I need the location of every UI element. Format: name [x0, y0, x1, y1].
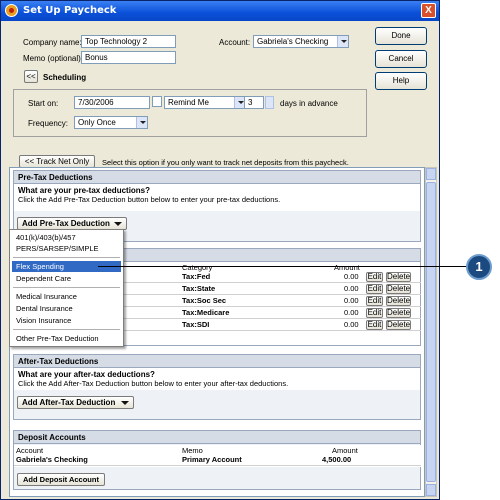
delete-button[interactable]: Delete [386, 284, 411, 294]
callout-number-badge: 1 [466, 254, 492, 280]
menu-item-vision-insurance[interactable]: Vision Insurance [12, 315, 121, 326]
deposit-table: Account Memo Amount Gabriela's Checking … [14, 445, 421, 467]
company-name-input[interactable]: Top Technology 2 [81, 35, 176, 48]
edit-button[interactable]: Edit [366, 284, 383, 294]
pre-tax-deduction-menu: 401(k)/403(b)/457 PERS/SARSEP/SIMPLE Fle… [9, 229, 124, 347]
after-tax-section: After-Tax Deductions What are your after… [13, 354, 421, 420]
tax-category: Tax:Medicare [182, 308, 230, 317]
add-pre-tax-deduction-label: Add Pre-Tax Deduction [22, 219, 110, 228]
pre-tax-question: What are your pre-tax deductions? [18, 186, 151, 195]
menu-item-pers-sarsep-simple[interactable]: PERS/SARSEP/SIMPLE [12, 243, 121, 254]
table-row: Gabriela's Checking Primary Account 4,50… [14, 455, 421, 466]
menu-separator [13, 329, 120, 330]
remind-select-value: Remind Me [168, 98, 209, 107]
help-button[interactable]: Help [375, 72, 427, 90]
edit-button[interactable]: Edit [366, 296, 383, 306]
delete-button[interactable]: Delete [386, 320, 411, 330]
deposit-amount: 4,500.00 [322, 455, 352, 464]
edit-button[interactable]: Edit [366, 308, 383, 318]
pre-tax-instruction: Click the Add Pre-Tax Deduction button b… [18, 195, 281, 204]
dropdown-arrow-icon [121, 401, 129, 405]
scheduling-collapse-button[interactable]: << [24, 70, 38, 83]
account-label: Account: [219, 38, 251, 47]
add-deposit-account-button[interactable]: Add Deposit Account [17, 473, 105, 486]
tax-category: Tax:SDI [182, 320, 210, 329]
after-tax-title: After-Tax Deductions [14, 355, 420, 368]
menu-item-401k[interactable]: 401(k)/403(b)/457 [12, 232, 121, 243]
menu-separator [13, 287, 120, 288]
account-select-value: Gabriela's Checking [257, 37, 329, 46]
company-name-label: Company name: [23, 38, 82, 47]
memo-label: Memo (optional): [23, 54, 84, 63]
tax-amount: 0.00 [344, 284, 359, 293]
scheduling-panel: Start on: 7/30/2006 Remind Me 3 days in … [13, 89, 367, 137]
add-after-tax-deduction-label: Add After-Tax Deduction [22, 398, 116, 407]
pre-tax-title: Pre-Tax Deductions [14, 171, 420, 184]
tax-amount: 0.00 [344, 320, 359, 329]
delete-button[interactable]: Delete [386, 272, 411, 282]
amount-column-header: Amount [334, 263, 360, 272]
vertical-scrollbar[interactable] [425, 167, 437, 497]
scheduling-title: Scheduling [43, 73, 87, 82]
track-net-hint: Select this option if you only want to t… [102, 158, 349, 167]
delete-button[interactable]: Delete [386, 308, 411, 318]
scroll-down-icon[interactable] [426, 484, 436, 496]
close-button[interactable]: X [421, 3, 436, 18]
pre-tax-description: What are your pre-tax deductions? Click … [14, 184, 420, 211]
frequency-select-value: Only Once [78, 118, 116, 127]
tax-category: Tax:Fed [182, 272, 211, 281]
menu-item-dental-insurance[interactable]: Dental Insurance [12, 303, 121, 314]
done-button[interactable]: Done [375, 27, 427, 45]
account-column-header: Account [16, 446, 44, 455]
set-up-paycheck-dialog: Set Up Paycheck X Company name: Top Tech… [0, 0, 440, 500]
calendar-icon[interactable] [152, 96, 162, 107]
chevron-down-icon [337, 36, 348, 47]
window-title: Set Up Paycheck [23, 5, 117, 16]
add-after-tax-deduction-button[interactable]: Add After-Tax Deduction [17, 396, 134, 409]
tax-category: Tax:Soc Sec [182, 296, 227, 305]
quicken-app-icon [5, 4, 18, 17]
after-tax-question: What are your after-tax deductions? [18, 370, 155, 379]
start-date-input[interactable]: 7/30/2006 [74, 96, 150, 109]
start-on-label: Start on: [28, 99, 59, 108]
delete-button[interactable]: Delete [386, 296, 411, 306]
days-in-advance-label: days in advance [280, 99, 338, 108]
callout-leader-line [98, 266, 470, 267]
chevron-down-icon [136, 117, 147, 128]
tax-amount: 0.00 [344, 308, 359, 317]
dropdown-arrow-icon [114, 222, 122, 226]
cancel-button[interactable]: Cancel [375, 50, 427, 68]
scrollbar-thumb[interactable] [426, 182, 436, 482]
tax-amount: 0.00 [344, 296, 359, 305]
deposit-account: Gabriela's Checking [16, 455, 88, 464]
frequency-select[interactable]: Only Once [74, 116, 148, 129]
frequency-label: Frequency: [28, 119, 69, 128]
tax-amount: 0.00 [344, 272, 359, 281]
menu-separator [13, 257, 120, 258]
memo-column-header: Memo [182, 446, 203, 455]
account-select[interactable]: Gabriela's Checking [253, 35, 349, 48]
after-tax-description: What are your after-tax deductions? Clic… [14, 368, 420, 390]
deposit-accounts-section: Deposit Accounts Account Memo Amount Gab… [13, 430, 421, 490]
deposit-accounts-title: Deposit Accounts [14, 431, 420, 444]
menu-item-medical-insurance[interactable]: Medical Insurance [12, 291, 121, 302]
remind-select[interactable]: Remind Me [164, 96, 246, 109]
amount-column-header: Amount [332, 446, 358, 455]
edit-button[interactable]: Edit [366, 320, 383, 330]
after-tax-instruction: Click the Add After-Tax Deduction button… [18, 379, 289, 388]
tax-category: Tax:State [182, 284, 216, 293]
menu-item-other-pre-tax[interactable]: Other Pre-Tax Deduction [12, 333, 121, 344]
days-input[interactable]: 3 [244, 96, 264, 109]
category-column-header: Category [182, 263, 213, 272]
memo-input[interactable]: Bonus [81, 51, 176, 64]
menu-item-dependent-care[interactable]: Dependent Care [12, 273, 121, 284]
title-bar[interactable]: Set Up Paycheck X [1, 1, 439, 21]
deposit-memo: Primary Account [182, 455, 242, 464]
edit-button[interactable]: Edit [366, 272, 383, 282]
scroll-up-icon[interactable] [426, 168, 436, 180]
days-stepper[interactable] [265, 96, 274, 109]
